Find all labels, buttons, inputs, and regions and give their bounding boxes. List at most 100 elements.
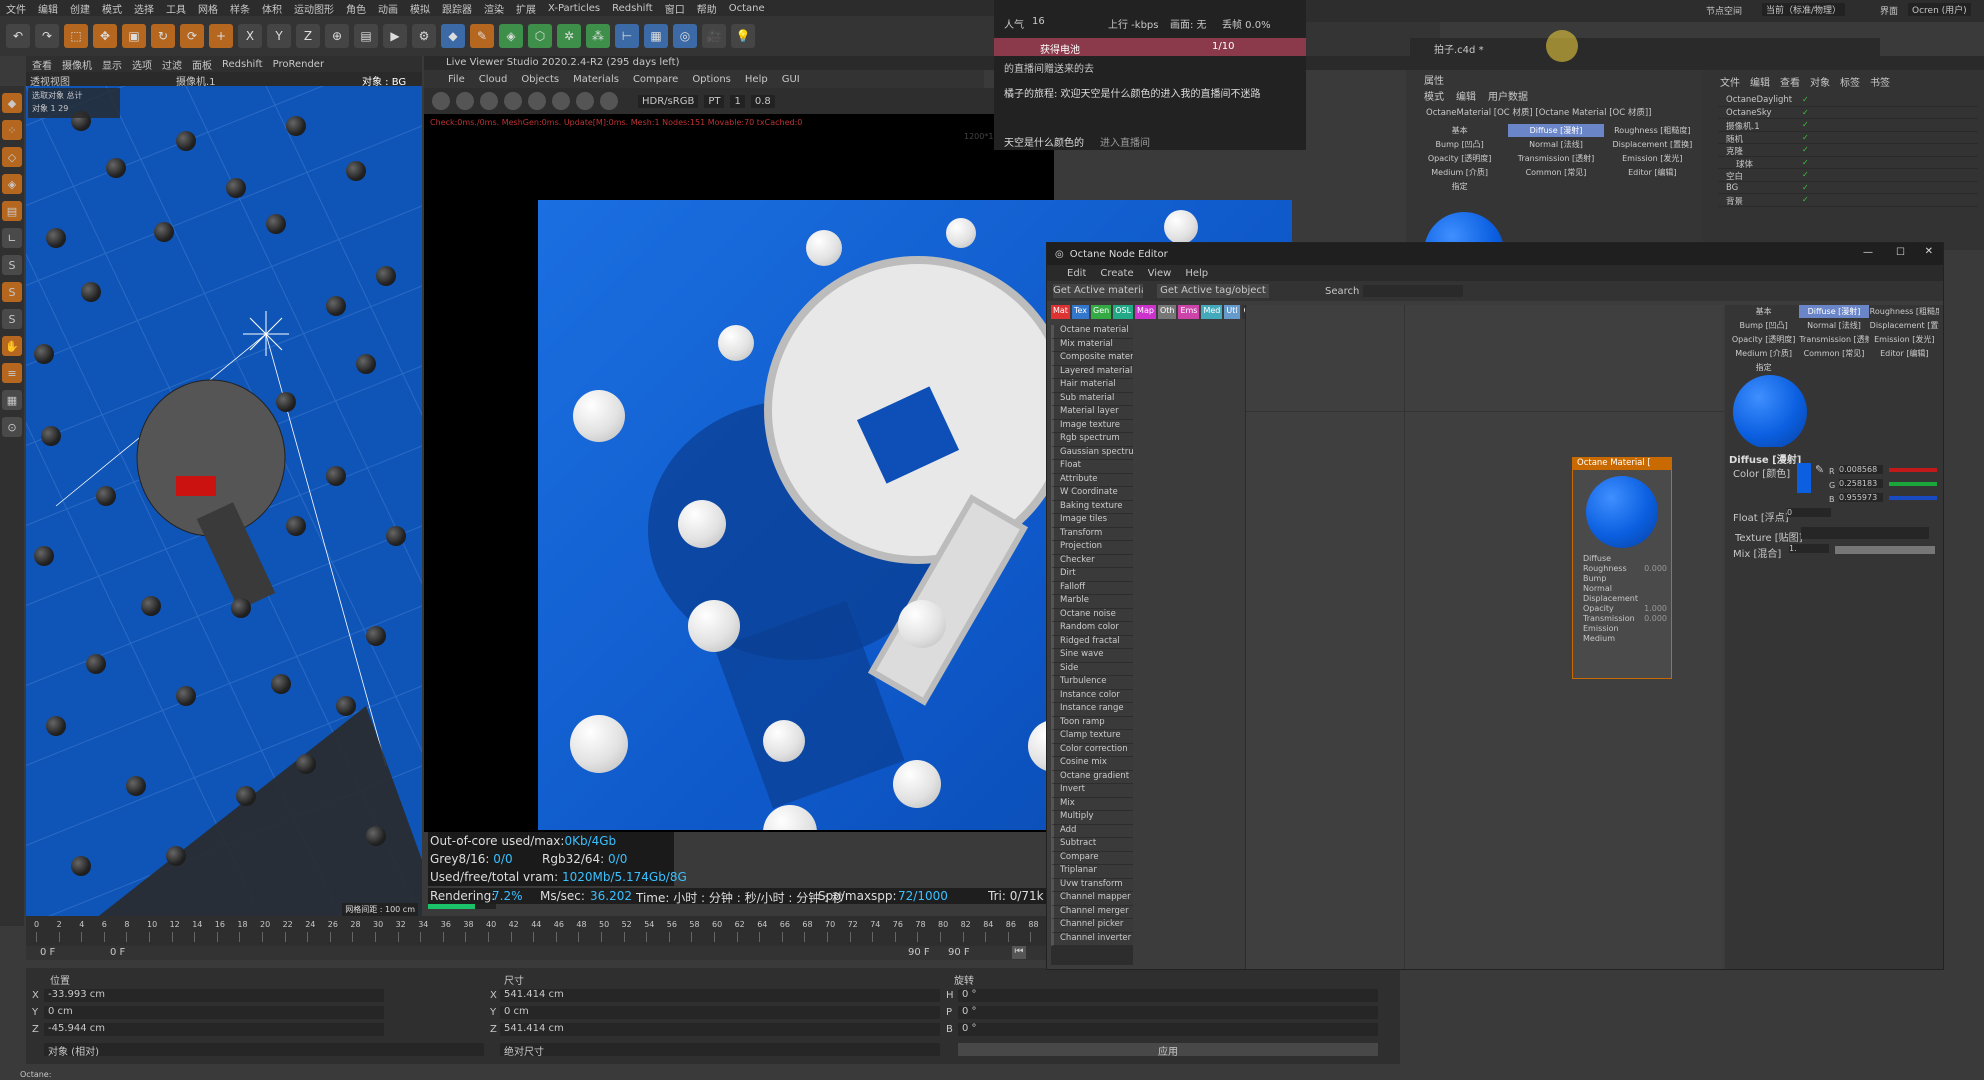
r-input[interactable]: 0.008568 [1839,465,1883,474]
viewport-menu-item[interactable]: 面板 [192,57,212,72]
search-input[interactable] [1363,285,1463,297]
menu-item[interactable]: 选择 [134,1,154,16]
rotation-p-input[interactable]: 0 ° [958,1006,1378,1019]
node-list-item[interactable]: Falloff [1051,581,1133,595]
goto-start-icon[interactable]: ⏮ [1012,946,1026,959]
node-list-item[interactable]: Multiply [1051,811,1133,825]
editor-menu-item[interactable]: Edit [1067,268,1086,279]
close-icon[interactable]: ✕ [1925,246,1933,257]
redo-icon[interactable]: ↷ [35,24,59,48]
minimize-icon[interactable]: — [1863,247,1873,258]
visibility-check-icon[interactable]: ✓ [1802,133,1809,142]
node-port[interactable]: Roughness 0.000 [1573,564,1671,574]
attr-tab[interactable]: Diffuse [漫射] [1508,124,1604,137]
menu-item[interactable]: 模拟 [410,1,430,16]
attr-menu-item[interactable]: 编辑 [1456,88,1476,103]
menu-item[interactable]: 帮助 [697,1,717,16]
sky-icon[interactable]: ◎ [673,24,697,48]
viewport-menu-item[interactable]: 查看 [32,57,52,72]
object-row[interactable]: 球体 ✓ [1718,157,1978,170]
menu-item[interactable]: 模式 [102,1,122,16]
node-port[interactable]: Emission [1573,624,1671,634]
attr-tab[interactable]: Normal [法线] [1508,138,1603,151]
prop-tab[interactable]: 指定 [1729,361,1798,374]
live-viewer-menu-item[interactable]: Cloud [479,74,508,85]
mograph-icon[interactable]: ⁂ [586,24,610,48]
viewport-menu-item[interactable]: 摄像机 [62,57,92,72]
grid-icon[interactable]: ▦ [2,390,22,410]
objmgr-menu-item[interactable]: 对象 [1810,74,1830,89]
menu-item[interactable]: 跟踪器 [442,1,472,16]
texture-slot[interactable] [1801,527,1929,539]
node-tab[interactable]: Med [1201,305,1223,319]
object-row[interactable]: OctaneDaylight ✓ [1718,94,1978,107]
attr-menu-item[interactable]: 模式 [1424,88,1444,103]
rotate-icon[interactable]: ↻ [151,24,175,48]
node-list-item[interactable]: Marble [1051,595,1133,609]
b-input[interactable]: 0.955973 [1839,493,1883,502]
node-list-item[interactable]: Float [1051,460,1133,474]
r-slider[interactable] [1889,468,1937,472]
node-list-item[interactable]: Checker [1051,554,1133,568]
clay-mode-icon[interactable] [600,92,618,110]
render-settings-icon-lv[interactable] [504,92,522,110]
lock-icon[interactable]: ⊙ [2,417,22,437]
object-row[interactable]: 背景 ✓ [1718,194,1978,207]
3d-viewport[interactable]: 选取对象 总计 对象 1 29 网格间距 : 100 cm [26,86,422,920]
objmgr-menu-item[interactable]: 编辑 [1750,74,1770,89]
node-port[interactable]: Displacement [1573,594,1671,604]
object-row[interactable]: 空白 ✓ [1718,169,1978,182]
node-list-item[interactable]: Sub material [1051,392,1133,406]
node-list-item[interactable]: Octane material [1051,325,1133,339]
position-z-input[interactable]: -45.944 cm [44,1023,384,1036]
size-mode-select[interactable]: 绝对尺寸 [500,1043,940,1056]
prop-tab[interactable]: Editor [编辑] [1870,347,1939,360]
node-list-item[interactable]: Instance color [1051,689,1133,703]
node-tab[interactable]: Mat [1051,305,1070,319]
node-list-item[interactable]: Layered material [1051,365,1133,379]
node-list-item[interactable]: Cosine mix [1051,757,1133,771]
get-active-tag-button[interactable]: Get Active tag/object [1157,284,1269,298]
uv-mode-icon[interactable]: ▤ [2,201,22,221]
menu-item[interactable]: 窗口 [665,1,685,16]
node-list-item[interactable]: Random color [1051,622,1133,636]
live-viewer-menu-item[interactable]: Materials [573,74,619,85]
eyedropper-icon[interactable]: ✎ [1815,463,1824,476]
cube-icon[interactable]: ◆ [441,24,465,48]
menu-item[interactable]: Octane [729,3,765,14]
visibility-check-icon[interactable]: ✓ [1802,183,1809,192]
live-viewer-menu-item[interactable]: File [448,74,465,85]
visibility-check-icon[interactable]: ✓ [1802,120,1809,129]
node-list-item[interactable]: Octane noise [1051,608,1133,622]
undo-icon[interactable]: ↶ [6,24,30,48]
camera-icon[interactable]: 🎥 [702,24,726,48]
frame-end-field[interactable]: 90 F [908,947,930,958]
mix-input[interactable]: 1. [1789,544,1829,553]
transform-icon[interactable]: ⟳ [180,24,204,48]
node-list-item[interactable]: Channel picker [1051,919,1133,933]
scale-icon[interactable]: ▣ [122,24,146,48]
pen-icon[interactable]: ✎ [470,24,494,48]
size-x-input[interactable]: 541.414 cm [500,989,940,1002]
attr-tab[interactable]: Opacity [透明度] [1412,152,1507,165]
size-z-input[interactable]: 541.414 cm [500,1023,940,1036]
node-list-item[interactable]: Add [1051,824,1133,838]
menu-item[interactable]: 工具 [166,1,186,16]
attr-tab[interactable]: Emission [发光] [1605,152,1700,165]
node-list-item[interactable]: Gaussian spectrum [1051,446,1133,460]
node-list-item[interactable]: Mix [1051,797,1133,811]
node-tab[interactable]: OSL [1113,305,1134,319]
node-list-item[interactable]: Octane gradient [1051,770,1133,784]
node-list-item[interactable]: Dirt [1051,568,1133,582]
node-list-item[interactable]: Attribute [1051,473,1133,487]
object-row[interactable]: 摄像机.1 ✓ [1718,119,1978,132]
viewport-menu-item[interactable]: 选项 [132,57,152,72]
live-viewer-menu-item[interactable]: Options [692,74,731,85]
render-region-icon[interactable]: ▤ [354,24,378,48]
frame-start-field[interactable]: 0 F [40,947,55,958]
prop-tab[interactable]: 基本 [1729,305,1798,318]
attr-tab[interactable]: Bump [凹凸] [1412,138,1507,151]
render-start-icon[interactable] [432,92,450,110]
apply-button[interactable]: 应用 [958,1043,1378,1056]
g-slider[interactable] [1889,482,1937,486]
